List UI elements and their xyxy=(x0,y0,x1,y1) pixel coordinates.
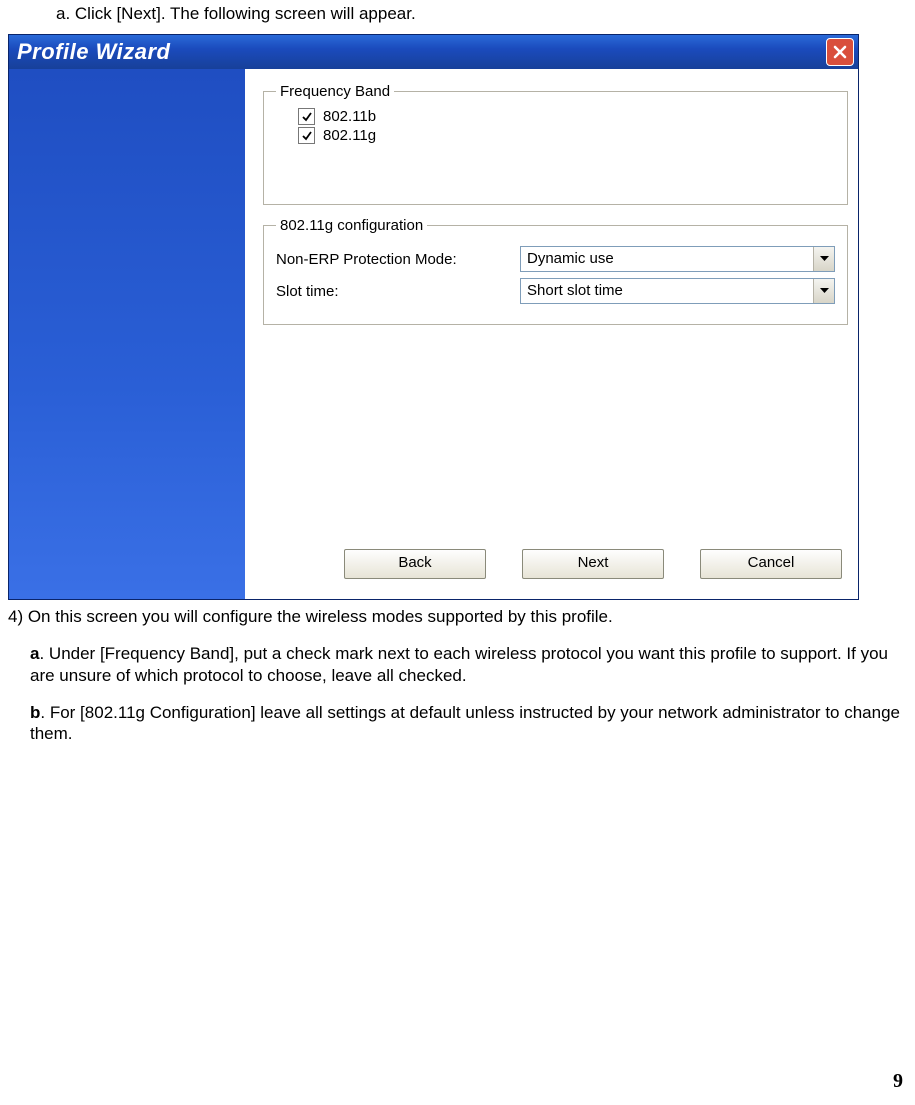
wizard-content: Frequency Band 802.11b 802.11g 802.11g c… xyxy=(245,69,858,599)
paragraph-4b: b. For [802.11g Configuration] leave all… xyxy=(30,702,907,745)
checkbox-80211b[interactable] xyxy=(298,108,315,125)
close-button[interactable] xyxy=(826,38,854,66)
instruction-a: a. Click [Next]. The following screen wi… xyxy=(56,4,907,24)
wizard-sidebar xyxy=(9,69,245,599)
checkbox-row-80211g[interactable]: 802.11g xyxy=(298,127,835,144)
chevron-down-icon xyxy=(820,256,829,262)
select-value: Short slot time xyxy=(521,279,813,303)
text-4a: . Under [Frequency Band], put a check ma… xyxy=(30,644,888,684)
page-number: 9 xyxy=(893,1070,903,1093)
checkbox-row-80211b[interactable]: 802.11b xyxy=(298,108,835,125)
wizard-body: Frequency Band 802.11b 802.11g 802.11g c… xyxy=(9,69,858,599)
checkbox-label: 802.11g xyxy=(323,127,376,144)
80211g-config-legend: 802.11g configuration xyxy=(276,217,427,234)
chevron-down-icon xyxy=(820,288,829,294)
check-icon xyxy=(301,111,313,123)
window-title: Profile Wizard xyxy=(17,39,171,65)
frequency-band-group: Frequency Band 802.11b 802.11g xyxy=(263,83,848,205)
config-label: Slot time: xyxy=(276,283,520,300)
next-button[interactable]: Next xyxy=(522,549,664,579)
config-label: Non-ERP Protection Mode: xyxy=(276,251,520,268)
paragraph-4: 4) On this screen you will configure the… xyxy=(8,606,907,627)
80211g-config-group: 802.11g configuration Non-ERP Protection… xyxy=(263,217,848,325)
config-row-nonerp: Non-ERP Protection Mode: Dynamic use xyxy=(276,246,835,272)
cancel-button[interactable]: Cancel xyxy=(700,549,842,579)
back-button[interactable]: Back xyxy=(344,549,486,579)
close-icon xyxy=(833,45,847,59)
nonerp-protection-select[interactable]: Dynamic use xyxy=(520,246,835,272)
titlebar: Profile Wizard xyxy=(9,35,858,69)
select-value: Dynamic use xyxy=(521,247,813,271)
slot-time-select[interactable]: Short slot time xyxy=(520,278,835,304)
checkbox-label: 802.11b xyxy=(323,108,376,125)
bold-b: b xyxy=(30,703,40,722)
paragraph-4a: a. Under [Frequency Band], put a check m… xyxy=(30,643,907,686)
config-row-slottime: Slot time: Short slot time xyxy=(276,278,835,304)
frequency-band-legend: Frequency Band xyxy=(276,83,394,100)
text-4b: . For [802.11g Configuration] leave all … xyxy=(30,703,900,743)
profile-wizard-window: Profile Wizard Frequency Band 802.11b xyxy=(8,34,859,600)
dropdown-button[interactable] xyxy=(813,247,834,271)
wizard-button-row: Back Next Cancel xyxy=(263,535,848,589)
document-body-text: 4) On this screen you will configure the… xyxy=(8,606,907,744)
check-icon xyxy=(301,130,313,142)
dropdown-button[interactable] xyxy=(813,279,834,303)
checkbox-80211g[interactable] xyxy=(298,127,315,144)
